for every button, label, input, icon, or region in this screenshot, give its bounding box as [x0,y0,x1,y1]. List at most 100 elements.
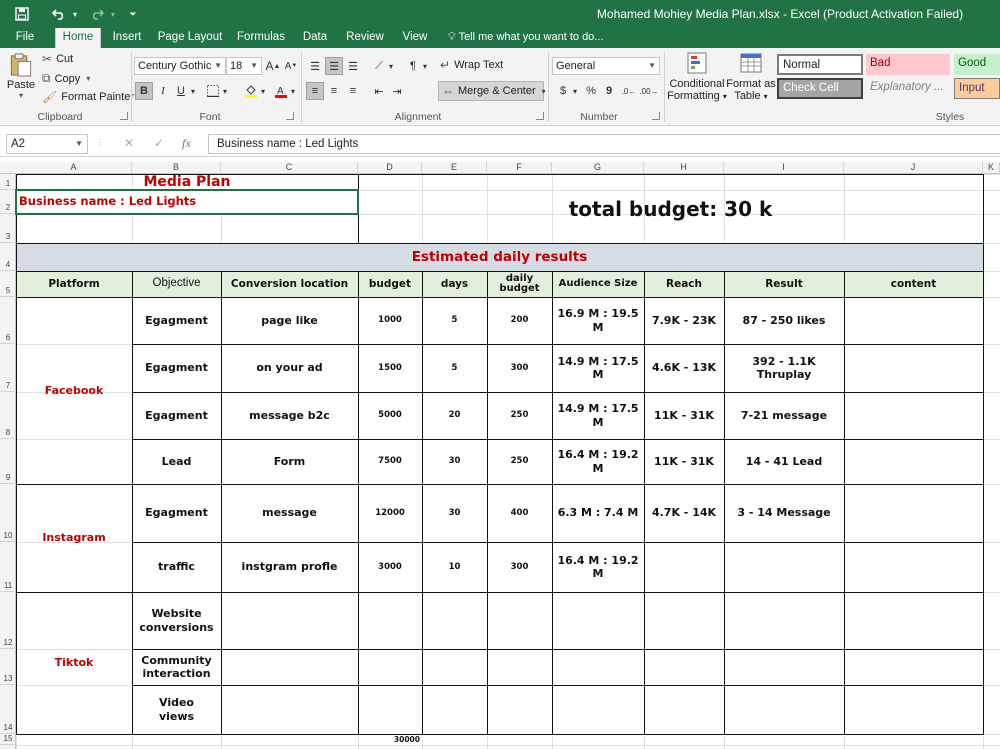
table-cell[interactable] [487,649,552,685]
style-explanatory[interactable]: Explanatory ... [866,78,950,99]
column-header-d[interactable]: D [358,162,422,174]
table-cell[interactable]: 4.6K - 13K [644,344,724,392]
paste-button[interactable]: Paste ▾ [6,52,36,100]
table-cell[interactable]: 200 [487,297,552,344]
customize-quick-access-icon[interactable]: ⏷ [126,5,140,23]
header-cell[interactable]: content [844,271,983,297]
table-cell[interactable] [644,649,724,685]
table-cell[interactable]: 1500 [358,344,422,392]
grow-font-button[interactable]: A ▲ [264,57,282,75]
table-cell[interactable] [221,592,358,649]
column-header-b[interactable]: B [132,162,221,174]
align-right-icon[interactable]: ≡ [344,82,362,100]
header-cell[interactable]: Reach [644,271,724,297]
style-good[interactable]: Good [954,54,1000,75]
increase-indent-icon[interactable]: ⇥ [388,82,406,100]
platform-cell[interactable]: Facebook [16,297,132,484]
table-cell[interactable]: Egagment [132,392,221,439]
clipboard-launcher-icon[interactable] [120,112,128,120]
table-cell[interactable]: 3 - 14 Message [724,484,844,542]
font-color-dropdown-icon[interactable]: ▾ [288,82,298,100]
table-cell[interactable]: 6.3 M : 7.4 M [552,484,644,542]
align-center-icon[interactable]: ≡ [325,82,343,100]
table-cell[interactable]: 10 [422,542,487,592]
header-cell[interactable]: budget [358,271,422,297]
tab-formulas[interactable]: Formulas [234,28,288,48]
tell-me-box[interactable]: 💡︎ Tell me what you want to do... [448,28,603,48]
font-size-select[interactable]: 18 ▼ [226,57,262,75]
table-cell[interactable] [422,649,487,685]
table-cell[interactable]: 250 [487,439,552,484]
header-cell[interactable]: Objective [132,271,221,297]
total-budget-sum[interactable]: 30000 [358,734,422,745]
table-cell[interactable]: 14.9 M : 17.5 M [552,344,644,392]
column-header-h[interactable]: H [644,162,724,174]
table-cell[interactable]: page like [221,297,358,344]
header-cell[interactable]: Audience Size [552,271,644,297]
copy-button[interactable]: ⧉ Copy ▾ [42,71,90,86]
orientation-dropdown-icon[interactable]: ▾ [386,57,396,75]
format-as-table-button[interactable]: Format as Table ▾ [726,52,776,102]
header-cell[interactable]: Platform [16,271,132,297]
align-bottom-icon[interactable]: ☰ [344,57,362,75]
wrap-text-button[interactable]: ↵ Wrap Text [440,58,503,72]
redo-dropdown-icon[interactable]: ▾ [108,5,118,23]
table-cell[interactable] [487,685,552,734]
content-cell[interactable] [844,649,983,685]
table-cell[interactable]: 3000 [358,542,422,592]
alignment-launcher-icon[interactable] [536,112,544,120]
row-header-9[interactable]: 9 [0,439,16,484]
estimated-banner[interactable]: Estimated daily results [16,243,983,271]
decrease-decimal-icon[interactable]: .00→ [639,82,658,100]
row-header-15[interactable]: 15 [0,734,16,745]
total-budget-cell[interactable]: total budget: 30 k [358,174,983,243]
table-cell[interactable]: 300 [487,344,552,392]
table-cell[interactable] [552,685,644,734]
format-painter-button[interactable]: 🖌︎ Format Painter [42,90,134,104]
table-cell[interactable]: 16.4 M : 19.2 M [552,439,644,484]
number-launcher-icon[interactable] [652,112,660,120]
font-launcher-icon[interactable] [286,112,294,120]
table-cell[interactable] [358,649,422,685]
table-cell[interactable]: 14.9 M : 17.5 M [552,392,644,439]
table-cell[interactable]: 7.9K - 23K [644,297,724,344]
table-cell[interactable]: 11K - 31K [644,439,724,484]
table-cell[interactable]: 392 - 1.1K Thruplay [724,344,844,392]
row-header-6[interactable]: 6 [0,297,16,344]
tab-view[interactable]: View [398,28,432,48]
row-header-8[interactable]: 8 [0,392,16,439]
content-cell[interactable] [844,297,983,344]
column-header-e[interactable]: E [422,162,487,174]
table-cell[interactable]: 1000 [358,297,422,344]
conditional-formatting-button[interactable]: Conditional Formatting ▾ [667,52,727,102]
style-bad[interactable]: Bad [866,54,950,75]
column-header-f[interactable]: F [487,162,552,174]
paste-dropdown-icon[interactable]: ▾ [19,91,23,100]
merge-center-button[interactable]: ⇔ Merge & Center ▾ [438,81,546,101]
row-header-1[interactable]: 1 [0,174,16,190]
row-header-11[interactable]: 11 [0,542,16,592]
table-cell[interactable]: message b2c [221,392,358,439]
undo-icon[interactable] [48,5,70,23]
content-cell[interactable] [844,685,983,734]
row-header-13[interactable]: 13 [0,649,16,685]
text-direction-dropdown-icon[interactable]: ▾ [420,57,430,75]
table-cell[interactable] [724,685,844,734]
platform-cell[interactable]: Tiktok [16,592,132,734]
column-header-g[interactable]: G [552,162,644,174]
column-header-j[interactable]: J [844,162,983,174]
align-top-icon[interactable]: ☰ [306,57,324,75]
column-header-k[interactable]: K [983,162,1000,174]
row-header-12[interactable]: 12 [0,592,16,649]
redo-icon[interactable] [86,5,108,23]
row-header-10[interactable]: 10 [0,484,16,542]
table-cell[interactable]: 7500 [358,439,422,484]
table-cell[interactable] [644,685,724,734]
tab-home[interactable]: Home [55,28,101,49]
table-cell[interactable] [552,649,644,685]
table-cell[interactable]: instgram profle [221,542,358,592]
table-cell[interactable]: 11K - 31K [644,392,724,439]
table-cell[interactable]: Community interaction [132,649,221,685]
align-left-icon[interactable]: ≡ [306,82,324,100]
tab-review[interactable]: Review [342,28,388,48]
